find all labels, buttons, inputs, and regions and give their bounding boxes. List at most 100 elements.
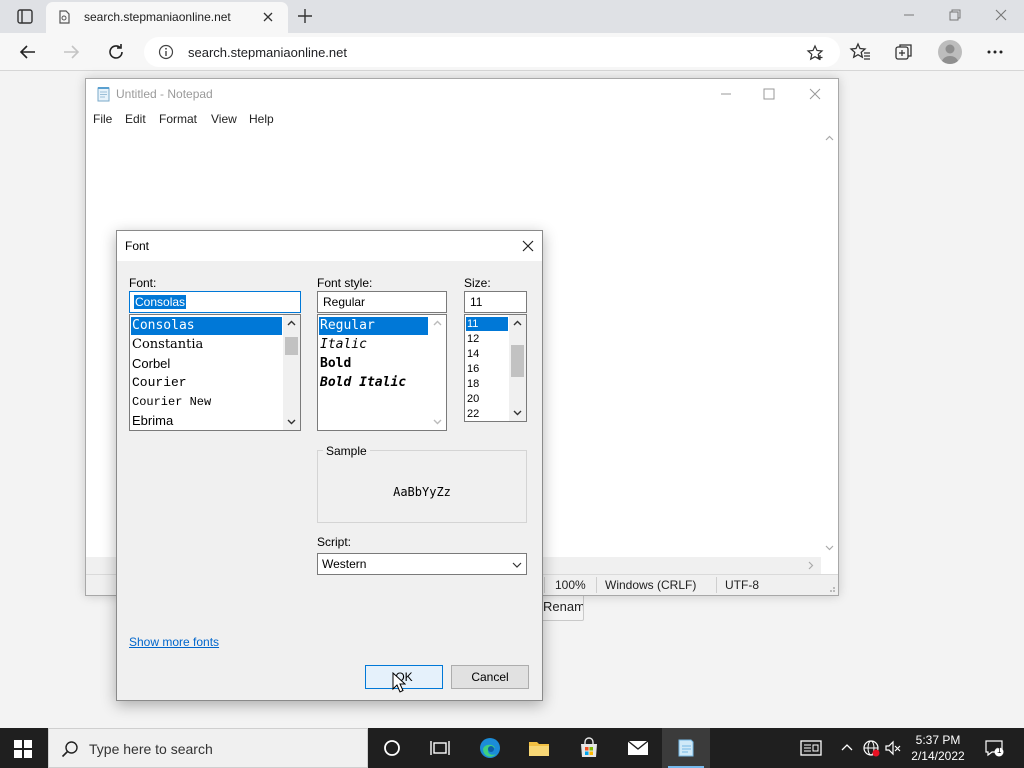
notepad-vertical-scrollbar[interactable] <box>821 129 838 557</box>
size-item[interactable]: 20 <box>466 392 479 406</box>
font-item-courier-new[interactable]: Courier New <box>131 393 211 411</box>
style-item-bold[interactable]: Bold <box>319 355 351 373</box>
menu-view[interactable]: View <box>211 112 237 126</box>
font-list-scroll-thumb[interactable] <box>285 337 298 355</box>
favorites-icon[interactable] <box>849 41 871 63</box>
font-name-input[interactable]: Consolas <box>129 291 301 313</box>
chevron-down-icon <box>512 562 522 568</box>
style-list-scrollbar[interactable] <box>429 315 446 430</box>
font-name-value: Consolas <box>134 295 187 309</box>
scroll-up-icon[interactable] <box>432 318 443 329</box>
style-item-italic[interactable]: Italic <box>319 336 367 354</box>
windows-start-icon[interactable] <box>14 740 32 758</box>
font-style-list[interactable]: Regular Italic Bold Bold Italic <box>317 314 447 431</box>
size-item[interactable]: 12 <box>466 332 479 346</box>
status-encoding: UTF-8 <box>725 578 759 592</box>
action-center-button[interactable]: 1 <box>984 738 1004 758</box>
font-item-ebrima[interactable]: Ebrima <box>131 412 173 430</box>
site-info-icon[interactable] <box>158 44 174 60</box>
font-item-consolas[interactable]: Consolas <box>131 317 282 335</box>
taskbar-notepad-button[interactable] <box>662 728 710 768</box>
font-item-corbel[interactable]: Corbel <box>131 355 170 373</box>
show-more-fonts-link[interactable]: Show more fonts <box>129 635 219 649</box>
sample-text: AaBbYyZz <box>393 485 451 499</box>
scroll-up-icon[interactable] <box>286 318 297 329</box>
font-style-label: Font style: <box>317 276 373 290</box>
size-input[interactable]: 11 <box>464 291 527 313</box>
microsoft-store-icon[interactable] <box>577 736 601 760</box>
size-label: Size: <box>464 276 491 290</box>
browser-close-icon[interactable] <box>991 6 1011 24</box>
style-item-bold-italic[interactable]: Bold Italic <box>319 374 406 392</box>
browser-tab[interactable]: search.stepmaniaonline.net <box>46 2 288 33</box>
font-dialog-title-bar[interactable]: Font <box>117 231 542 261</box>
cortana-icon[interactable] <box>380 736 404 760</box>
back-icon[interactable] <box>17 41 39 63</box>
font-style-input[interactable]: Regular <box>317 291 447 313</box>
scroll-right-icon[interactable] <box>806 561 815 570</box>
font-list-scrollbar[interactable] <box>283 315 300 430</box>
scroll-up-icon[interactable] <box>512 318 523 329</box>
taskbar-clock[interactable]: 5:37 PM 2/14/2022 <box>898 732 978 764</box>
font-style-value: Regular <box>323 295 366 309</box>
task-view-icon[interactable] <box>428 736 452 760</box>
style-item-regular[interactable]: Regular <box>319 317 428 335</box>
mail-icon[interactable] <box>626 736 650 760</box>
tab-close-icon[interactable] <box>260 9 276 25</box>
cancel-button[interactable]: Cancel <box>451 665 529 689</box>
scroll-up-icon[interactable] <box>825 134 834 143</box>
browser-tab-bar: search.stepmaniaonline.net <box>0 0 1024 33</box>
browser-minimize-icon[interactable] <box>899 6 919 24</box>
font-list[interactable]: Consolas Constantia Corbel Courier Couri… <box>129 314 301 431</box>
notification-count: 1 <box>997 746 1002 755</box>
refresh-icon[interactable] <box>105 41 127 63</box>
size-item[interactable]: 11 <box>466 317 508 331</box>
network-icon[interactable] <box>862 739 880 757</box>
size-item[interactable]: 22 <box>466 407 479 421</box>
notepad-title-bar[interactable]: Untitled - Notepad <box>86 79 838 109</box>
settings-more-icon[interactable] <box>984 41 1006 63</box>
font-item-constantia[interactable]: Constantia <box>131 336 203 354</box>
profile-avatar[interactable] <box>938 40 962 64</box>
notepad-close-icon[interactable] <box>805 84 825 104</box>
size-list-scroll-thumb[interactable] <box>511 345 524 377</box>
file-explorer-icon[interactable] <box>527 736 551 760</box>
dialog-close-icon[interactable] <box>519 237 537 255</box>
collections-icon[interactable] <box>893 41 915 63</box>
chevron-up-icon[interactable] <box>838 739 856 757</box>
scroll-down-icon[interactable] <box>825 543 834 552</box>
size-list[interactable]: 11 12 14 16 18 20 22 <box>464 314 527 422</box>
add-favorite-icon[interactable] <box>806 44 824 62</box>
scroll-down-icon[interactable] <box>432 416 443 427</box>
forward-icon[interactable] <box>60 41 82 63</box>
browser-restore-icon[interactable] <box>945 6 965 24</box>
status-separator <box>596 577 597 593</box>
notepad-minimize-icon[interactable] <box>716 84 736 104</box>
mouse-cursor-icon <box>392 672 406 693</box>
profile-icon <box>941 44 959 64</box>
edge-browser-icon[interactable] <box>478 736 502 760</box>
taskbar-search-box[interactable]: Type here to search <box>48 728 368 768</box>
notepad-app-icon <box>97 87 110 102</box>
size-list-scrollbar[interactable] <box>509 315 526 421</box>
menu-help[interactable]: Help <box>249 112 274 126</box>
size-item[interactable]: 16 <box>466 362 479 376</box>
menu-file[interactable]: File <box>93 112 112 126</box>
address-bar[interactable]: search.stepmaniaonline.net <box>144 37 840 67</box>
font-label: Font: <box>129 276 157 290</box>
menu-edit[interactable]: Edit <box>125 112 146 126</box>
notepad-maximize-icon[interactable] <box>759 84 779 104</box>
script-select[interactable]: Western <box>317 553 527 575</box>
scroll-down-icon[interactable] <box>512 407 523 418</box>
font-dialog-title: Font <box>125 239 150 253</box>
size-item[interactable]: 14 <box>466 347 479 361</box>
scroll-down-icon[interactable] <box>286 416 297 427</box>
news-widget-icon[interactable] <box>800 739 822 757</box>
new-tab-icon[interactable] <box>296 7 314 25</box>
menu-format[interactable]: Format <box>159 112 197 126</box>
resize-grip-icon[interactable] <box>826 583 836 593</box>
size-item[interactable]: 18 <box>466 377 479 391</box>
sample-label: Sample <box>323 444 370 458</box>
tab-actions-icon[interactable] <box>8 6 38 28</box>
font-item-courier[interactable]: Courier <box>131 374 187 392</box>
